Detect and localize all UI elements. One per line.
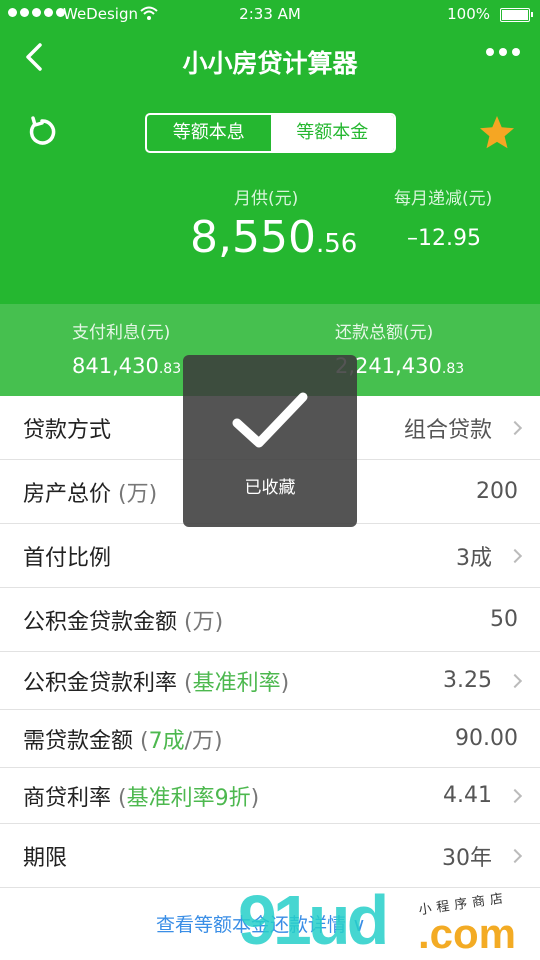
- segment-equal-principal[interactable]: 等额本金: [270, 115, 394, 151]
- monthly-decrease-value: –12.95: [407, 226, 481, 251]
- refresh-icon: [29, 116, 56, 145]
- row-label: 贷款方式: [23, 417, 112, 443]
- chevron-right-icon: [507, 548, 523, 563]
- row-value: 3.25: [443, 668, 492, 693]
- row-label: 公积金贷款利率 (基准利率): [23, 670, 290, 696]
- interest-label: 支付利息(元): [72, 323, 171, 343]
- chevron-right-icon: [507, 848, 523, 863]
- page-title: 小小房贷计算器: [182, 49, 358, 78]
- row-value: 200: [476, 479, 518, 504]
- row-value: 90.00: [455, 726, 518, 751]
- interest-value: 841,430.83: [72, 354, 182, 378]
- refresh-button[interactable]: [26, 116, 58, 148]
- row-value: 组合贷款: [403, 417, 492, 443]
- favorite-button[interactable]: [478, 114, 516, 152]
- monthly-payment-value: 8,550.56: [190, 212, 358, 263]
- row-loan-amount[interactable]: 需贷款金额 (7成/万) 90.00: [0, 710, 540, 768]
- row-fund-amount[interactable]: 公积金贷款金额 (万) 50: [0, 588, 540, 652]
- row-value: 4.41: [443, 783, 492, 808]
- chevron-right-icon: [507, 673, 523, 688]
- battery-percent: 100%: [447, 5, 490, 23]
- battery-icon: [500, 8, 533, 22]
- checkmark-icon: [232, 392, 308, 448]
- status-bar: WeDesign 2:33 AM 100%: [0, 0, 540, 30]
- repayment-method-segment: 等额本息 等额本金: [145, 113, 396, 153]
- row-term[interactable]: 期限 30年: [0, 824, 540, 888]
- row-label: 房产总价 (万): [23, 481, 158, 507]
- chevron-right-icon: [507, 788, 523, 803]
- row-label: 期限: [23, 845, 68, 871]
- row-label: 公积金贷款金额 (万): [23, 609, 224, 635]
- watermark-logo: 91ud: [238, 881, 389, 959]
- row-label: 首付比例: [23, 545, 112, 571]
- watermark-domain: .com: [418, 910, 517, 957]
- row-value: 50: [490, 607, 518, 632]
- row-label: 需贷款金额 (7成/万): [23, 728, 223, 754]
- total-label: 还款总额(元): [335, 323, 434, 343]
- more-icon[interactable]: [486, 48, 520, 56]
- toast: 已收藏: [183, 355, 357, 527]
- star-icon: [480, 116, 514, 149]
- row-fund-rate[interactable]: 公积金贷款利率 (基准利率) 3.25: [0, 652, 540, 710]
- row-down-payment[interactable]: 首付比例 3成: [0, 524, 540, 588]
- row-label: 商贷利率 (基准利率9折): [23, 785, 260, 811]
- row-value: 30年: [442, 845, 492, 871]
- toast-text: 已收藏: [244, 478, 296, 498]
- chevron-right-icon: [507, 420, 523, 435]
- segment-equal-installment[interactable]: 等额本息: [147, 115, 271, 151]
- row-value: 3成: [456, 545, 492, 571]
- row-commercial-rate[interactable]: 商贷利率 (基准利率9折) 4.41: [0, 768, 540, 824]
- monthly-payment-label: 月供(元): [234, 189, 299, 209]
- monthly-decrease-label: 每月递减(元): [394, 189, 493, 209]
